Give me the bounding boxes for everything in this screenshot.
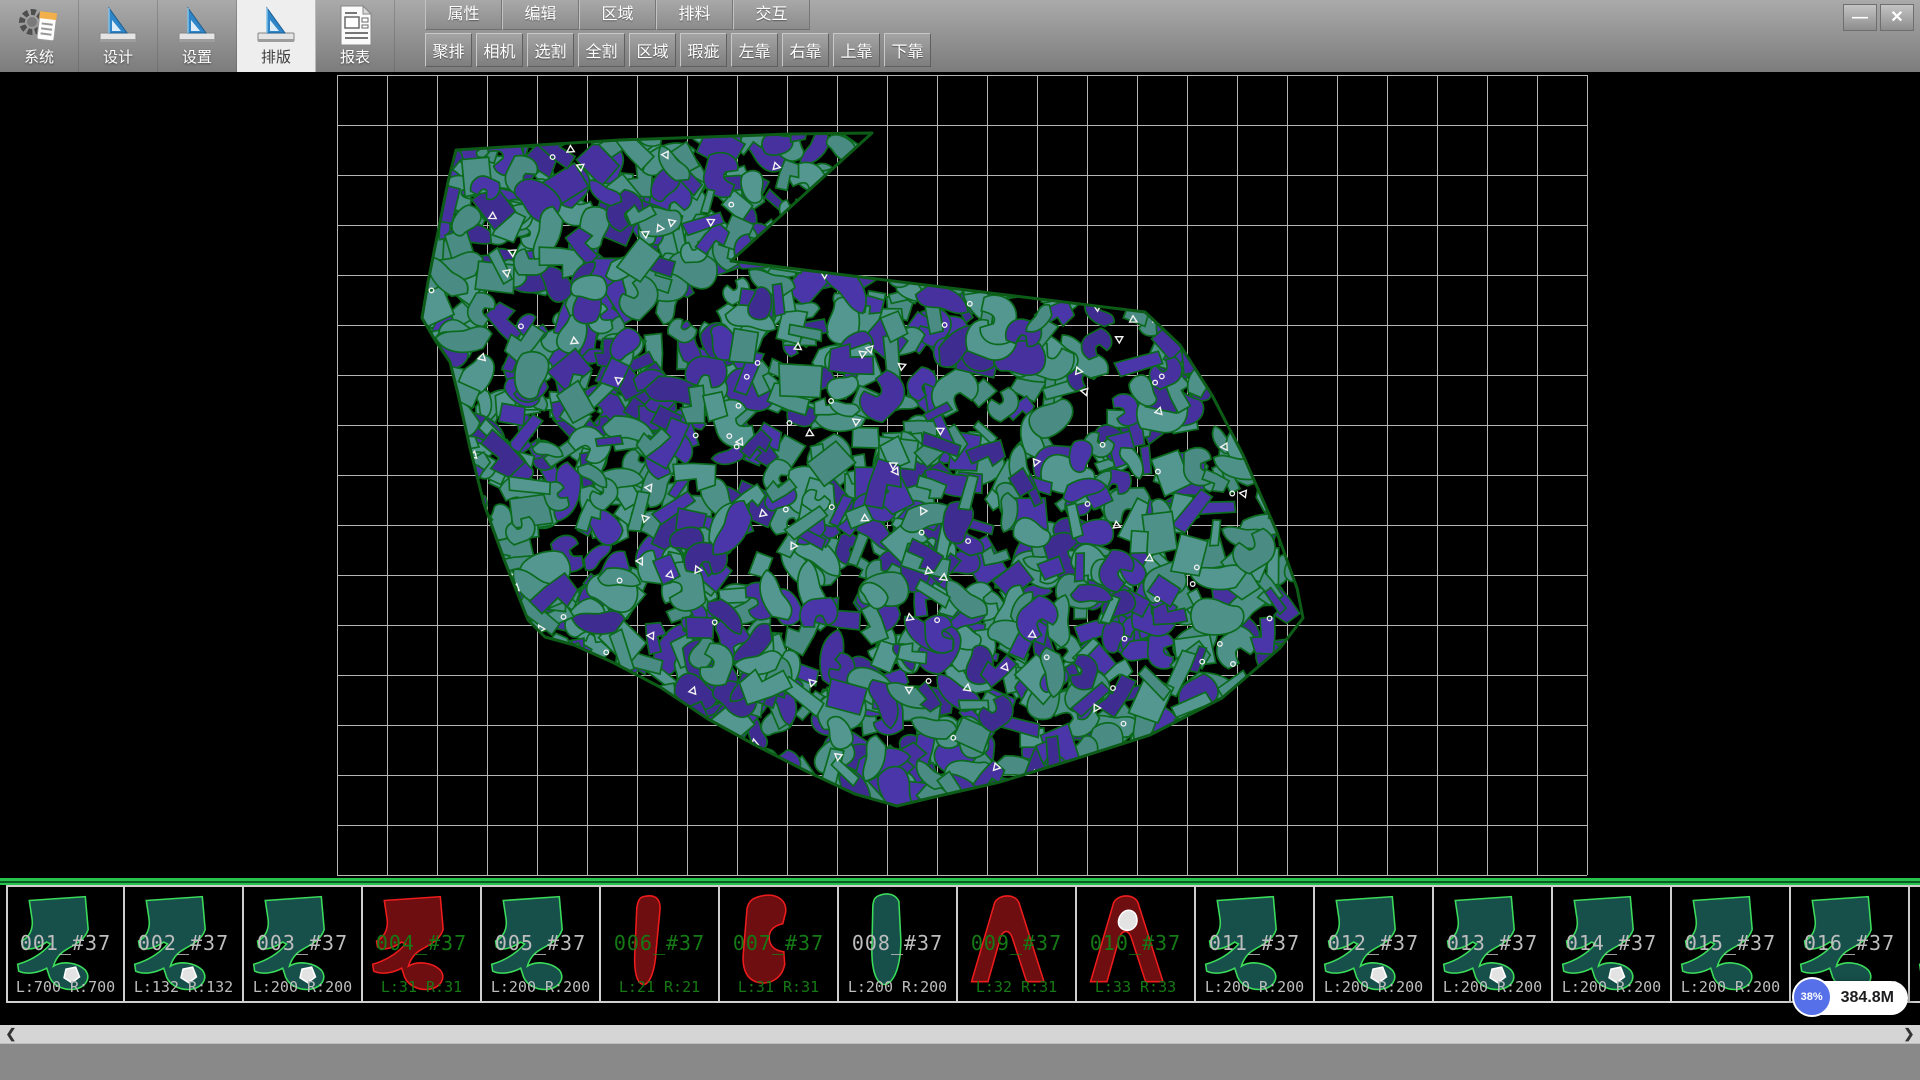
- menu-tab-edit[interactable]: 编辑: [502, 0, 579, 30]
- nav-item-label: 设置: [182, 49, 212, 67]
- thumbnail-label: 005_#37: [482, 931, 599, 955]
- thumbnail-002_#37[interactable]: 002_#37 L:132 R:132: [125, 885, 244, 1003]
- nav-item-label: 排版: [261, 49, 291, 67]
- thumbnail-lr-count: L:200 R:200: [1315, 978, 1432, 996]
- menu-tab-properties[interactable]: 属性: [425, 0, 502, 30]
- thumbnail-label: 009_#37: [958, 931, 1075, 955]
- tool-button-align-left[interactable]: 左靠: [731, 33, 778, 67]
- nav-item-system[interactable]: 系统: [0, 0, 79, 72]
- menu-area: 属性编辑区域排料交互 聚排相机选割全割区域瑕疵左靠右靠上靠下靠: [425, 0, 931, 67]
- thumbnail-row: 001_#37L:700 R:700002_#37L:132 R:132003_…: [6, 885, 1920, 1003]
- thumbnail-011_#37[interactable]: 011_#37 L:200 R:200: [1196, 885, 1315, 1003]
- thumbnail-lr-count: L:21 R:21: [601, 978, 718, 996]
- memory-usage-badge[interactable]: 38% 384.8M: [1794, 981, 1908, 1015]
- design-icon: [96, 3, 140, 49]
- thumbnail-lr-count: L:33 R:33: [1077, 978, 1194, 996]
- settings-icon: [175, 3, 219, 49]
- minimize-button[interactable]: —: [1843, 4, 1877, 31]
- thumbnail-label: 015_#37: [1672, 931, 1789, 955]
- canvas-area: [0, 72, 1920, 878]
- thumbnail-001_#37[interactable]: 001_#37 L:700 R:700: [6, 885, 125, 1003]
- menu-tab-interaction[interactable]: 交互: [733, 0, 810, 30]
- thumbnail-lr-count: L:200 R:200: [1434, 978, 1551, 996]
- thumbnail-lr-count: L:31 R:31: [363, 978, 480, 996]
- menu-tab-nesting[interactable]: 排料: [656, 0, 733, 30]
- thumbnail-lr-count: L:200 R:200: [1553, 978, 1670, 996]
- thumbnail-lr-count: L:32 R:31: [958, 978, 1075, 996]
- pattern-piece-icon: [1910, 887, 1920, 1001]
- thumbnail-label: 012_#37: [1315, 931, 1432, 955]
- thumbnail-label: 010_#37: [1077, 931, 1194, 955]
- thumbnail-label: 007_#37: [720, 931, 837, 955]
- thumbnail-label: 008_#37: [839, 931, 956, 955]
- thumbnail-004_#37[interactable]: 004_#37 L:31 R:31: [363, 885, 482, 1003]
- status-bar: [0, 1043, 1920, 1080]
- menu-tab-bar: 属性编辑区域排料交互: [425, 0, 931, 30]
- thumbnail-label: 002_#37: [125, 931, 242, 955]
- tool-button-align-bottom[interactable]: 下靠: [884, 33, 931, 67]
- report-icon: [333, 3, 377, 49]
- thumbnail-010_#37[interactable]: 010_#37 L:33 R:33: [1077, 885, 1196, 1003]
- thumbnail-lr-count: L:31 R:31: [720, 978, 837, 996]
- thumbnail-014_#37[interactable]: 014_#37 L:200 R:200: [1553, 885, 1672, 1003]
- tool-button-align-right[interactable]: 右靠: [782, 33, 829, 67]
- tool-button-camera[interactable]: 相机: [476, 33, 523, 67]
- thumbnail-012_#37[interactable]: 012_#37 L:200 R:200: [1315, 885, 1434, 1003]
- thumbnail-lr-count: L:700 R:700: [8, 978, 123, 996]
- nav-item-design[interactable]: 设计: [79, 0, 158, 72]
- thumbnail-015_#37[interactable]: 015_#37 L:200 R:200: [1672, 885, 1791, 1003]
- thumbnail-label: 004_#37: [363, 931, 480, 955]
- toolbar: 系统 设计 设置 排版 报表 属性编辑区域排料交互 聚排相机选割全割区域瑕疵左靠…: [0, 0, 1920, 73]
- thumbnail-partial-17[interactable]: [1910, 885, 1920, 1003]
- thumbnail-label: 011_#37: [1196, 931, 1313, 955]
- thumbnail-label: 013_#37: [1434, 931, 1551, 955]
- thumbnail-007_#37[interactable]: 007_#37 L:31 R:31: [720, 885, 839, 1003]
- memory-percent-label: 38%: [1801, 991, 1823, 1003]
- scroll-left-arrow[interactable]: ❮: [2, 1025, 20, 1043]
- close-button[interactable]: ✕: [1880, 4, 1914, 31]
- thumbnail-lr-count: L:200 R:200: [839, 978, 956, 996]
- thumbnail-lr-count: L:200 R:200: [1672, 978, 1789, 996]
- nav-item-report[interactable]: 报表: [316, 0, 395, 72]
- menu-tab-region[interactable]: 区域: [579, 0, 656, 30]
- thumbnail-009_#37[interactable]: 009_#37 L:32 R:31: [958, 885, 1077, 1003]
- thumbnail-013_#37[interactable]: 013_#37 L:200 R:200: [1434, 885, 1553, 1003]
- tool-button-select-cut[interactable]: 选割: [527, 33, 574, 67]
- thumbnail-lr-count: L:200 R:200: [244, 978, 361, 996]
- nav-icon-bar: 系统 设计 设置 排版 报表: [0, 0, 395, 72]
- horizontal-scrollbar[interactable]: ❮ ❯: [0, 1025, 1920, 1043]
- thumbnail-label: 014_#37: [1553, 931, 1670, 955]
- thumbnail-005_#37[interactable]: 005_#37 L:200 R:200: [482, 885, 601, 1003]
- thumbnail-lr-count: L:200 R:200: [482, 978, 599, 996]
- thumbnail-003_#37[interactable]: 003_#37 L:200 R:200: [244, 885, 363, 1003]
- thumbnail-lr-count: L:200 R:200: [1196, 978, 1313, 996]
- thumbnail-strip: 001_#37L:700 R:700002_#37L:132 R:132003_…: [0, 878, 1920, 1004]
- tool-button-cut-all[interactable]: 全割: [578, 33, 625, 67]
- tool-button-bar: 聚排相机选割全割区域瑕疵左靠右靠上靠下靠: [425, 33, 931, 67]
- scroll-right-arrow[interactable]: ❯: [1900, 1025, 1918, 1043]
- memory-percent-indicator: 38%: [1792, 977, 1832, 1017]
- tool-button-defect[interactable]: 瑕疵: [680, 33, 727, 67]
- tool-button-region[interactable]: 区域: [629, 33, 676, 67]
- nav-item-label: 系统: [24, 49, 54, 67]
- thumbnail-label: 006_#37: [601, 931, 718, 955]
- thumbnail-008_#37[interactable]: 008_#37 L:200 R:200: [839, 885, 958, 1003]
- thumbnail-006_#37[interactable]: 006_#37 L:21 R:21: [601, 885, 720, 1003]
- nesting-icon: [254, 3, 298, 49]
- thumbnail-label: 003_#37: [244, 931, 361, 955]
- application-window: 系统 设计 设置 排版 报表 属性编辑区域排料交互 聚排相机选割全割区域瑕疵左靠…: [0, 0, 1920, 1080]
- memory-size-label: 384.8M: [1841, 989, 1894, 1007]
- nav-item-label: 设计: [103, 49, 133, 67]
- thumbnail-label: 001_#37: [8, 931, 123, 955]
- nav-item-settings[interactable]: 设置: [158, 0, 237, 72]
- thumbnail-label: 016_#37: [1791, 931, 1908, 955]
- nav-item-nesting[interactable]: 排版: [237, 0, 316, 72]
- tool-button-cluster-nest[interactable]: 聚排: [425, 33, 472, 67]
- window-controls: — ✕: [1843, 4, 1914, 31]
- thumbnail-lr-count: L:132 R:132: [125, 978, 242, 996]
- nav-item-label: 报表: [340, 49, 370, 67]
- system-icon: [17, 3, 61, 49]
- nesting-canvas[interactable]: [0, 72, 1920, 878]
- tool-button-align-top[interactable]: 上靠: [833, 33, 880, 67]
